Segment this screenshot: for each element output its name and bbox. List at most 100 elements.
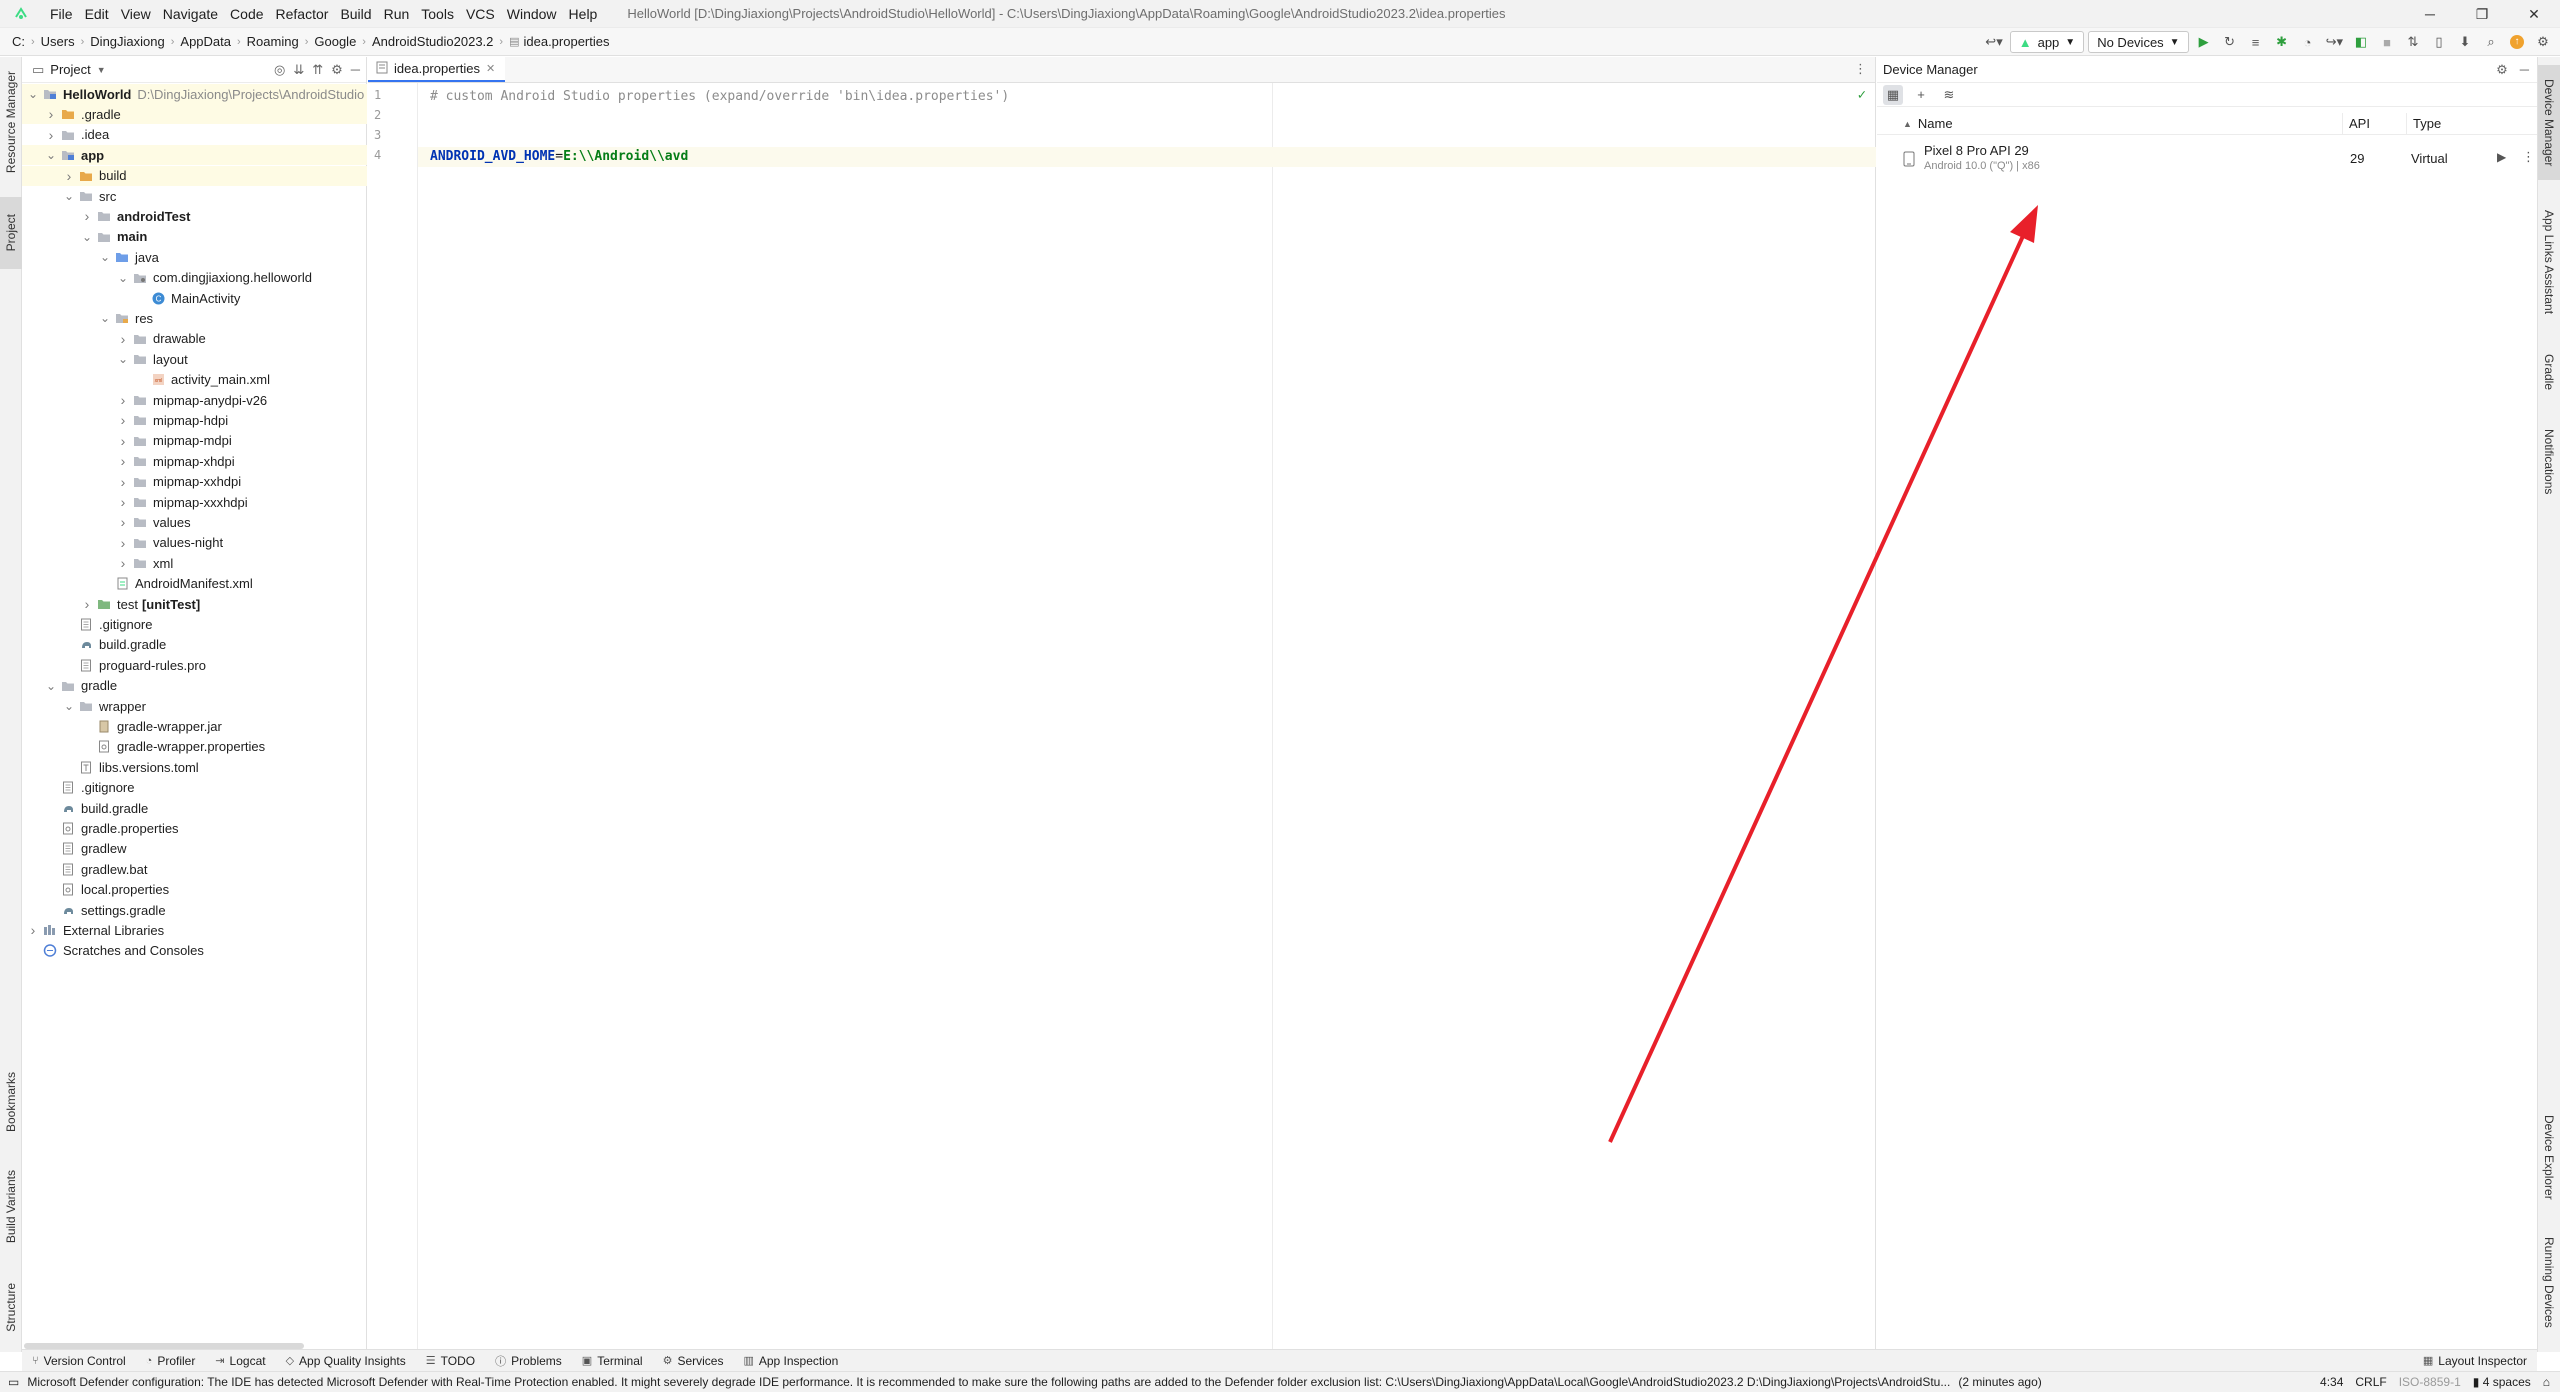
device-mirroring-icon[interactable]: ▯ — [2428, 31, 2450, 53]
hide-panel-icon[interactable]: ─ — [351, 62, 360, 78]
chevron-right-icon[interactable]: › — [44, 127, 58, 143]
tree-item[interactable]: .gitignore — [22, 778, 367, 798]
add-device-icon[interactable]: + — [1911, 85, 1931, 105]
run-configuration-selector[interactable]: ▲ app ▼ — [2009, 31, 2085, 53]
pair-wifi-icon[interactable]: ≋ — [1939, 85, 1959, 105]
tree-item[interactable]: ⌄ wrapper — [22, 696, 367, 716]
device-manager-tab[interactable]: Device Manager — [2538, 65, 2560, 180]
close-tab-icon[interactable]: ✕ — [486, 62, 495, 75]
chevron-down-icon[interactable]: ⌄ — [62, 190, 76, 202]
editor-tab-idea-properties[interactable]: idea.properties ✕ — [368, 57, 506, 82]
running-devices-tab[interactable]: Running Devices — [2538, 1225, 2560, 1340]
tree-item[interactable]: ⌄ res — [22, 308, 367, 328]
breadcrumb-item[interactable]: ▤ idea.properties — [505, 28, 613, 56]
bookmarks-tab[interactable]: Bookmarks — [0, 1062, 22, 1142]
project-tab[interactable]: Project — [0, 197, 22, 269]
tree-item[interactable]: C MainActivity — [22, 288, 367, 308]
collapse-all-icon[interactable]: ⇈ — [312, 62, 323, 78]
tool-version-control[interactable]: ⑂ Version Control — [22, 1350, 136, 1372]
launch-device-icon[interactable]: ▶ — [2497, 150, 2506, 164]
locate-file-icon[interactable]: ◎ — [274, 62, 285, 78]
menu-help[interactable]: Help — [563, 0, 604, 28]
tool-services[interactable]: ⚙ Services — [653, 1350, 734, 1372]
tree-item[interactable]: › androidTest — [22, 206, 367, 226]
tree-item[interactable]: Scratches and Consoles — [22, 941, 367, 961]
tree-item[interactable]: › mipmap-xhdpi — [22, 451, 367, 471]
options-gear-icon[interactable]: ⚙ — [2496, 62, 2508, 78]
stop-icon[interactable]: ■ — [2376, 31, 2398, 53]
column-api[interactable]: API — [2343, 112, 2407, 135]
chevron-right-icon[interactable]: › — [116, 331, 130, 347]
menu-file[interactable]: File — [44, 0, 79, 28]
chevron-down-icon[interactable]: ⌄ — [98, 312, 112, 324]
logcat-icon[interactable]: ◧ — [2350, 31, 2372, 53]
tree-item[interactable]: ⌄ layout — [22, 349, 367, 369]
chevron-right-icon[interactable]: › — [116, 453, 130, 469]
tree-item[interactable]: ⌄ src — [22, 186, 367, 206]
breadcrumb-item[interactable]: DingJiaxiong — [86, 28, 168, 56]
tree-item[interactable]: › mipmap-anydpi-v26 — [22, 390, 367, 410]
profile-icon[interactable]: ◔ — [2297, 31, 2319, 53]
menu-window[interactable]: Window — [501, 0, 563, 28]
back-icon[interactable]: ↩▾ — [1982, 31, 2005, 53]
notifications-tab[interactable]: Notifications — [2538, 412, 2560, 512]
tree-item[interactable]: ⌄ app — [22, 145, 367, 166]
line-separator[interactable]: CRLF — [2355, 1375, 2386, 1389]
chevron-right-icon[interactable]: › — [116, 474, 130, 490]
column-type[interactable]: Type — [2407, 113, 2487, 135]
device-selector[interactable]: No Devices ▼ — [2088, 31, 2189, 53]
close-window-button[interactable]: ✕ — [2508, 0, 2560, 28]
tree-item[interactable]: gradle-wrapper.jar — [22, 716, 367, 736]
menu-edit[interactable]: Edit — [79, 0, 115, 28]
resource-manager-tab[interactable]: Resource Manager — [0, 67, 22, 177]
tool-profiler[interactable]: ◔ Profiler — [136, 1350, 206, 1372]
column-name[interactable]: ▲ Name — [1877, 112, 2343, 135]
tree-item[interactable]: › build — [22, 165, 367, 186]
attach-debugger-icon[interactable]: ↪▾ — [2323, 31, 2346, 53]
tree-item[interactable]: › mipmap-hdpi — [22, 410, 367, 430]
memory-indicator-icon[interactable]: ⌂ — [2543, 1375, 2550, 1389]
app-links-assistant-tab[interactable]: App Links Assistant — [2538, 197, 2560, 327]
chevron-right-icon[interactable]: › — [80, 208, 94, 224]
chevron-right-icon[interactable]: › — [116, 494, 130, 510]
debug-icon[interactable]: ✱ — [2271, 31, 2293, 53]
sync-gradle-icon[interactable]: ⇅ — [2402, 31, 2424, 53]
menu-view[interactable]: View — [115, 0, 157, 28]
apply-changes-icon[interactable]: ↻ — [2219, 31, 2241, 53]
breadcrumb-item[interactable]: C: — [8, 28, 29, 56]
breadcrumb-item[interactable]: AppData — [176, 28, 235, 56]
menu-tools[interactable]: Tools — [415, 0, 460, 28]
status-message[interactable]: ▭ Microsoft Defender configuration: The … — [0, 1375, 2270, 1389]
tree-item[interactable]: ⌄ java — [22, 247, 367, 267]
tree-item[interactable]: gradlew.bat — [22, 859, 367, 879]
chevron-right-icon[interactable]: › — [116, 412, 130, 428]
apply-code-changes-icon[interactable]: ≡ — [2245, 31, 2267, 53]
tree-item[interactable]: › .idea — [22, 125, 367, 145]
menu-run[interactable]: Run — [378, 0, 416, 28]
menu-vcs[interactable]: VCS — [460, 0, 501, 28]
tool-todo[interactable]: ☰ TODO — [416, 1350, 485, 1372]
chevron-down-icon[interactable]: ⌄ — [116, 353, 130, 365]
tree-item[interactable]: ⌄ main — [22, 227, 367, 247]
tool-app-quality-insights[interactable]: ◇ App Quality Insights — [276, 1350, 416, 1372]
expand-all-icon[interactable]: ⇊ — [293, 62, 304, 78]
breadcrumb-item[interactable]: Roaming — [243, 28, 303, 56]
tree-item[interactable]: build.gradle — [22, 635, 367, 655]
tree-item[interactable]: .gitignore — [22, 614, 367, 634]
indent-widget[interactable]: ▮ 4 spaces — [2473, 1375, 2531, 1389]
gradle-tab[interactable]: Gradle — [2538, 342, 2560, 402]
tree-item[interactable]: local.properties — [22, 880, 367, 900]
chevron-down-icon[interactable]: ⌄ — [62, 700, 76, 712]
chevron-down-icon[interactable]: ⌄ — [44, 149, 58, 161]
updates-icon[interactable]: ↑ — [2506, 31, 2528, 53]
tree-item[interactable]: › values — [22, 512, 367, 532]
chevron-down-icon[interactable]: ⌄ — [98, 251, 112, 263]
search-everywhere-icon[interactable]: ⌕ — [2480, 31, 2502, 53]
chevron-right-icon[interactable]: › — [116, 535, 130, 551]
tree-item[interactable]: › values-night — [22, 533, 367, 553]
caret-position[interactable]: 4:34 — [2320, 1375, 2343, 1389]
tree-item[interactable]: › xml — [22, 553, 367, 573]
tree-item[interactable]: › mipmap-mdpi — [22, 431, 367, 451]
tree-item[interactable]: gradlew — [22, 839, 367, 859]
build-variants-tab[interactable]: Build Variants — [0, 1157, 22, 1257]
